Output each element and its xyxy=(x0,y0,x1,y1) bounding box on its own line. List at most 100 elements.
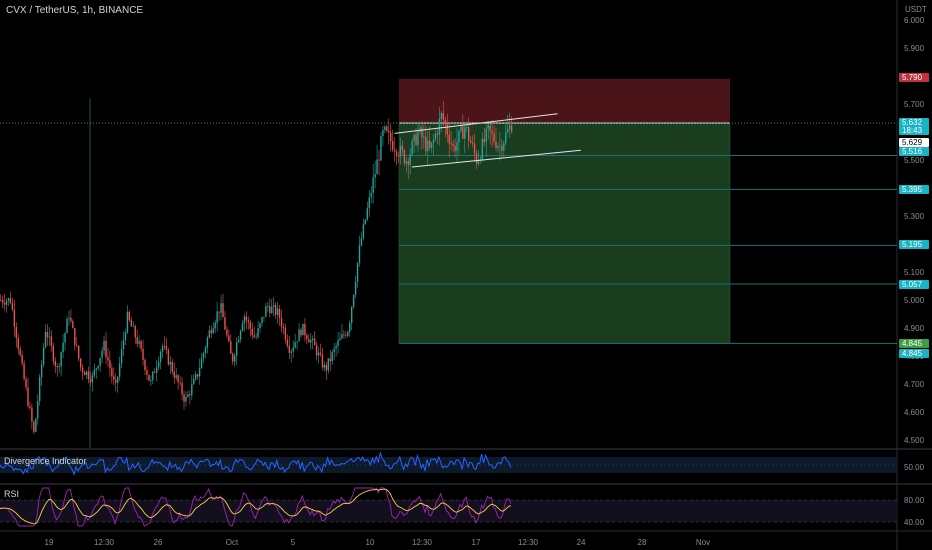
candle-body xyxy=(411,140,413,155)
candle-body xyxy=(230,341,232,354)
price-tag-label: 4.845 xyxy=(902,339,923,348)
price-tag-label: 18:43 xyxy=(902,126,923,135)
symbol-title[interactable]: CVX / TetherUS, 1h, BINANCE xyxy=(6,5,143,16)
candle-body xyxy=(42,347,45,365)
candle-body xyxy=(501,145,503,151)
candle-body xyxy=(380,136,382,161)
candle-body xyxy=(15,326,17,338)
candle-body xyxy=(452,143,454,146)
candle-body xyxy=(434,133,437,140)
candle-body xyxy=(35,418,37,432)
candle-body xyxy=(105,340,107,358)
candle-body xyxy=(206,337,209,348)
divergence-pane-label[interactable]: Divergence Indicator xyxy=(4,456,87,466)
candle-body xyxy=(499,145,501,147)
candle-body xyxy=(310,339,312,343)
candle-body xyxy=(29,405,31,408)
candle-body xyxy=(173,371,175,378)
time-tick-label: 26 xyxy=(154,538,163,547)
candle-body xyxy=(390,132,392,142)
candle-body xyxy=(259,323,261,329)
candle-body xyxy=(267,306,269,308)
candle-body xyxy=(140,341,142,349)
currency-label: USDT xyxy=(905,5,927,14)
candle-body xyxy=(99,357,101,366)
candle-body xyxy=(436,133,439,135)
candle-body xyxy=(89,379,92,383)
candle-body xyxy=(93,370,95,376)
candle-body xyxy=(83,372,86,376)
candle-body xyxy=(489,125,491,132)
candle-body xyxy=(468,126,470,141)
candle-body xyxy=(122,340,125,349)
candle-body xyxy=(187,394,189,397)
candle-body xyxy=(430,142,433,148)
candle-body xyxy=(120,348,123,364)
candle-body xyxy=(393,149,396,152)
candle-body xyxy=(74,328,76,346)
candle-body xyxy=(25,379,27,388)
candle-body xyxy=(107,357,109,361)
price-tick-label: 6.000 xyxy=(904,16,925,25)
candle-body xyxy=(126,311,129,333)
candle-body xyxy=(440,113,443,119)
candle-body xyxy=(345,335,347,336)
candle-body xyxy=(117,376,119,383)
candle-body xyxy=(403,150,406,164)
candle-body xyxy=(378,159,380,161)
candle-body xyxy=(169,362,172,365)
chart-canvas[interactable]: USDT6.0005.9005.8005.7005.6005.5005.4005… xyxy=(0,0,932,550)
candle-body xyxy=(483,138,485,143)
candle-body xyxy=(315,345,318,356)
candle-body xyxy=(493,133,495,142)
candle-body xyxy=(97,365,99,369)
candle-body xyxy=(218,311,220,313)
candle-body xyxy=(323,364,326,368)
candle-body xyxy=(409,154,411,165)
candle-body xyxy=(308,339,310,343)
rsi-pane-label[interactable]: RSI xyxy=(4,489,19,499)
candle-body xyxy=(438,118,441,135)
candle-body xyxy=(165,346,168,351)
candle-body xyxy=(146,370,148,375)
price-tick-label: 5.700 xyxy=(904,100,925,109)
candle-body xyxy=(343,334,345,336)
candle-body xyxy=(175,375,177,378)
candle-body xyxy=(39,377,41,402)
candle-body xyxy=(386,126,388,131)
candle-body xyxy=(497,146,499,148)
candle-body xyxy=(7,298,10,301)
candle-body xyxy=(1,300,4,303)
price-tick-label: 4.700 xyxy=(904,380,925,389)
time-tick-label: 12:30 xyxy=(518,538,539,547)
candle-body xyxy=(103,340,105,351)
candle-body xyxy=(388,130,390,133)
candle-body xyxy=(3,302,6,305)
candle-body xyxy=(60,352,62,367)
candle-body xyxy=(37,401,39,419)
candle-body xyxy=(335,345,337,349)
candle-body xyxy=(253,335,255,338)
candle-body xyxy=(475,153,478,164)
candle-body xyxy=(79,358,82,368)
candle-body xyxy=(156,367,158,373)
candle-body xyxy=(296,341,298,343)
candle-body xyxy=(382,130,384,137)
candle-body xyxy=(78,345,80,359)
candle-body xyxy=(374,174,376,178)
candle-body xyxy=(325,364,328,371)
candle-body xyxy=(222,303,224,318)
candle-body xyxy=(9,298,12,303)
price-tag-label: 5.629 xyxy=(902,138,923,147)
candle-body xyxy=(150,380,152,381)
candle-body xyxy=(448,134,450,144)
candle-body xyxy=(58,366,60,368)
candle-body xyxy=(407,161,409,165)
candle-body xyxy=(181,382,183,395)
candle-body xyxy=(216,311,218,323)
candle-body xyxy=(0,300,2,301)
price-tick-label: 5.000 xyxy=(904,296,925,305)
candle-body xyxy=(462,126,464,139)
candle-body xyxy=(487,125,489,129)
candle-body xyxy=(313,338,316,346)
